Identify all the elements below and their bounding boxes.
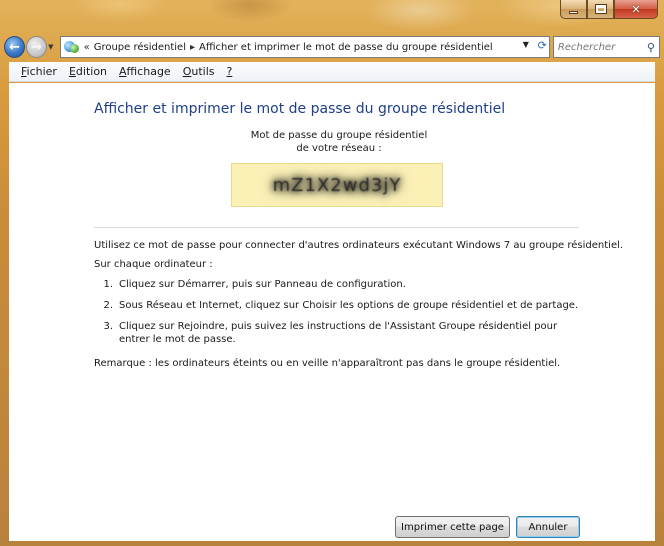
- divider: [94, 227, 579, 228]
- address-overflow[interactable]: «: [84, 42, 90, 53]
- content-pane: Afficher et imprimer le mot de passe du …: [9, 83, 655, 541]
- forward-button[interactable]: →: [26, 36, 48, 58]
- cancel-button[interactable]: Annuler: [516, 516, 580, 538]
- steps-list: 1. Cliquez sur Démarrer, puis sur Panneau…: [94, 278, 584, 354]
- chevron-down-icon: ▼: [48, 43, 54, 51]
- print-button[interactable]: Imprimer cette page: [395, 516, 510, 538]
- breadcrumb-current-page[interactable]: Afficher et imprimer le mot de passe du …: [199, 42, 493, 53]
- search-icon[interactable]: ⚲: [647, 41, 655, 54]
- password-caption-line2: de votre réseau :: [296, 143, 382, 154]
- list-item: 3. Cliquez sur Rejoindre, puis suivez les…: [103, 321, 558, 345]
- intro-text: Utilisez ce mot de passe pour connecter …: [94, 240, 624, 251]
- address-dropdown-icon[interactable]: ▼: [523, 40, 529, 49]
- menu-outils[interactable]: Outils: [177, 65, 221, 78]
- recent-pages-dropdown[interactable]: ▼: [48, 43, 58, 51]
- caption-buttons: ✕: [560, 0, 658, 20]
- menu-edition[interactable]: Edition: [63, 65, 113, 78]
- maximize-button[interactable]: [587, 0, 614, 19]
- address-bar[interactable]: « Groupe résidentiel ▸ Afficher et impri…: [59, 36, 550, 58]
- breadcrumb-homegroup[interactable]: Groupe résidentiel: [94, 42, 186, 53]
- maximize-icon: [594, 4, 607, 14]
- minimize-icon: [569, 10, 578, 14]
- back-arrow-icon: ←: [9, 39, 20, 55]
- menu-bar: Fichier Edition Affichage Outils ?: [9, 62, 655, 82]
- forward-arrow-icon: →: [31, 39, 42, 55]
- password-value: mZ1X2wd3jY: [272, 174, 402, 196]
- list-item: 1. Cliquez sur Démarrer, puis sur Panneau…: [103, 279, 406, 290]
- refresh-icon[interactable]: ⟳: [538, 39, 547, 52]
- back-button[interactable]: ←: [4, 36, 26, 58]
- password-box: mZ1X2wd3jY: [231, 163, 443, 207]
- note-text: Remarque : les ordinateurs éteints ou en…: [94, 358, 561, 369]
- list-item: 2. Sous Réseau et Internet, cliquez sur C…: [103, 300, 579, 311]
- password-caption: Mot de passe du groupe résidentiel de vo…: [189, 129, 489, 155]
- password-caption-line1: Mot de passe du groupe résidentiel: [250, 130, 428, 141]
- menu-fichier[interactable]: Fichier: [15, 65, 63, 78]
- close-icon: ✕: [631, 2, 641, 16]
- breadcrumb-separator[interactable]: ▸: [190, 42, 195, 53]
- explorer-window: ✕ ← → ▼ « Groupe résidentiel ▸ Afficher …: [0, 0, 664, 546]
- page-title: Afficher et imprimer le mot de passe du …: [94, 101, 506, 117]
- homegroup-icon: [63, 39, 80, 55]
- menu-affichage[interactable]: Affichage: [113, 65, 177, 78]
- search-box: ⚲: [552, 36, 660, 58]
- minimize-button[interactable]: [560, 0, 587, 19]
- search-input[interactable]: [557, 41, 638, 53]
- navigation-row: ← → ▼ « Groupe résidentiel ▸ Afficher et…: [4, 34, 660, 60]
- close-button[interactable]: ✕: [614, 0, 658, 19]
- each-computer-text: Sur chaque ordinateur :: [94, 259, 213, 270]
- menu-help[interactable]: ?: [221, 65, 239, 78]
